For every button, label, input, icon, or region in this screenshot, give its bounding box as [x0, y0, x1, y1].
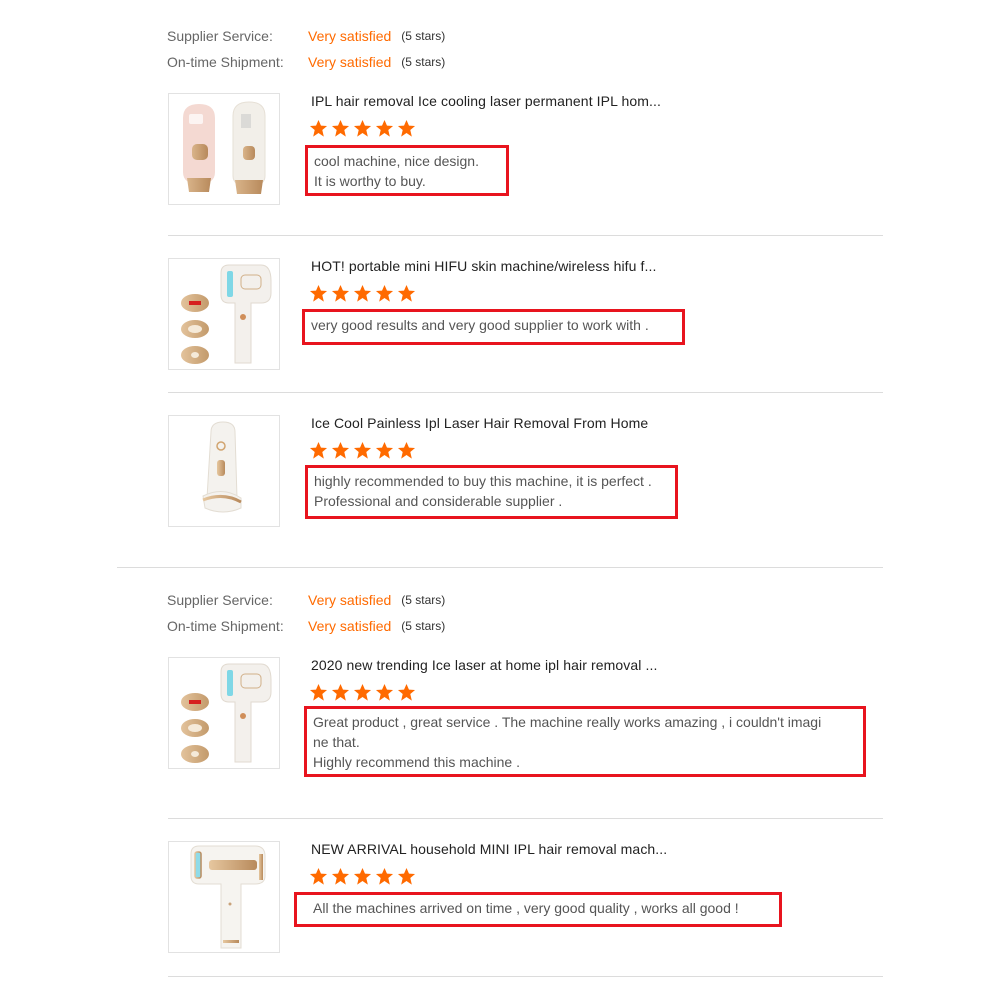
supplier-service-stars: (5 stars)	[401, 29, 446, 43]
comment-line: Great product , great service . The mach…	[313, 714, 822, 730]
white-handheld-ipl-device-icon	[202, 421, 242, 513]
review-item: HOT! portable mini HIFU skin machine/wir…	[168, 258, 883, 370]
pink-and-white-ipl-device-icon	[183, 101, 266, 194]
comment-line: very good results and very good supplier…	[311, 317, 649, 333]
review-comment: cool machine, nice design. It is worthy …	[305, 145, 509, 196]
star-icon	[375, 683, 394, 701]
review-item: NEW ARRIVAL household MINI IPL hair remo…	[168, 841, 883, 953]
review-item: IPL hair removal Ice cooling laser perma…	[168, 93, 883, 223]
star-icon	[331, 867, 350, 885]
star-rating	[309, 441, 416, 460]
comment-line: highly recommended to buy this machine, …	[314, 473, 652, 489]
supplier-service-row: Supplier Service: Very satisfied (5 star…	[167, 587, 445, 613]
white-gold-mini-ipl-device-icon	[190, 845, 266, 949]
star-icon	[353, 683, 372, 701]
comment-line: ne that.	[313, 734, 360, 750]
product-thumbnail[interactable]	[168, 258, 280, 370]
product-thumbnail[interactable]	[168, 657, 280, 769]
product-title[interactable]: 2020 new trending Ice laser at home ipl …	[311, 657, 657, 673]
star-icon	[331, 119, 350, 137]
comment-line: cool machine, nice design.	[314, 153, 479, 169]
star-icon	[375, 441, 394, 459]
review-comment: All the machines arrived on time , very …	[294, 892, 782, 927]
divider	[168, 235, 883, 236]
star-icon	[309, 867, 328, 885]
product-title[interactable]: Ice Cool Painless Ipl Laser Hair Removal…	[311, 415, 648, 431]
star-icon	[375, 119, 394, 137]
supplier-service-label: Supplier Service:	[167, 28, 273, 44]
product-thumbnail[interactable]	[168, 415, 280, 527]
group-divider	[117, 567, 883, 568]
supplier-service-value: Very satisfied	[308, 592, 392, 608]
supplier-service-label: Supplier Service:	[167, 592, 273, 608]
shipment-row: On-time Shipment: Very satisfied (5 star…	[167, 613, 445, 639]
ipl-device-with-cartridges-icon	[181, 663, 272, 763]
seller-rating-summary: Supplier Service: Very satisfied (5 star…	[167, 587, 445, 639]
star-icon	[309, 284, 328, 302]
review-item: 2020 new trending Ice laser at home ipl …	[168, 657, 883, 787]
supplier-service-row: Supplier Service: Very satisfied (5 star…	[167, 23, 445, 49]
star-rating	[309, 683, 416, 702]
divider	[168, 818, 883, 819]
shipment-stars: (5 stars)	[401, 55, 446, 69]
star-icon	[331, 441, 350, 459]
product-thumbnail[interactable]	[168, 841, 280, 953]
star-icon	[309, 683, 328, 701]
product-title[interactable]: IPL hair removal Ice cooling laser perma…	[311, 93, 661, 109]
star-icon	[353, 284, 372, 302]
comment-line: Highly recommend this machine .	[313, 754, 520, 770]
comment-line: All the machines arrived on time , very …	[313, 900, 739, 916]
supplier-service-value: Very satisfied	[308, 28, 392, 44]
star-icon	[353, 441, 372, 459]
seller-rating-summary: Supplier Service: Very satisfied (5 star…	[167, 23, 445, 75]
star-icon	[375, 284, 394, 302]
product-title[interactable]: NEW ARRIVAL household MINI IPL hair remo…	[311, 841, 667, 857]
star-icon	[353, 119, 372, 137]
supplier-service-stars: (5 stars)	[401, 593, 446, 607]
shipment-stars: (5 stars)	[401, 619, 446, 633]
star-icon	[309, 441, 328, 459]
review-comment: very good results and very good supplier…	[302, 309, 685, 345]
comment-line: It is worthy to buy.	[314, 173, 426, 189]
comment-line: Professional and considerable supplier .	[314, 493, 563, 509]
star-icon	[397, 284, 416, 302]
shipment-label: On-time Shipment:	[167, 618, 284, 634]
shipment-value: Very satisfied	[308, 54, 392, 70]
star-icon	[397, 867, 416, 885]
star-icon	[309, 119, 328, 137]
product-title[interactable]: HOT! portable mini HIFU skin machine/wir…	[311, 258, 657, 274]
product-thumbnail[interactable]	[168, 93, 280, 205]
shipment-label: On-time Shipment:	[167, 54, 284, 70]
review-comment: highly recommended to buy this machine, …	[305, 465, 678, 519]
star-rating	[309, 284, 416, 303]
review-comment: Great product , great service . The mach…	[304, 706, 866, 777]
star-icon	[331, 683, 350, 701]
review-item: Ice Cool Painless Ipl Laser Hair Removal…	[168, 415, 883, 527]
star-rating	[309, 867, 416, 886]
star-icon	[331, 284, 350, 302]
star-icon	[375, 867, 394, 885]
divider	[168, 392, 883, 393]
shipment-value: Very satisfied	[308, 618, 392, 634]
star-icon	[397, 441, 416, 459]
star-icon	[397, 119, 416, 137]
divider	[168, 976, 883, 977]
shipment-row: On-time Shipment: Very satisfied (5 star…	[167, 49, 445, 75]
star-icon	[353, 867, 372, 885]
hifu-device-with-cartridges-icon	[181, 264, 272, 364]
star-icon	[397, 683, 416, 701]
star-rating	[309, 119, 416, 138]
